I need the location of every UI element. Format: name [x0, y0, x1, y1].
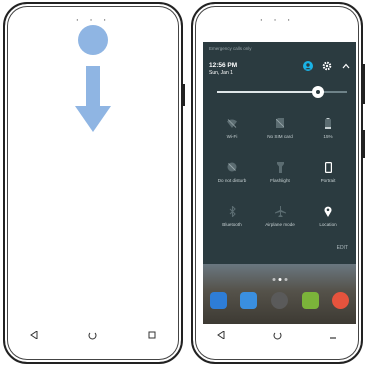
app-drawer-icon[interactable]: [270, 292, 288, 309]
emergency-calls-notice: Emergency calls only: [209, 46, 252, 51]
swipe-start-touch-indicator: [78, 25, 108, 55]
page-indicator: [272, 278, 287, 281]
home-icon[interactable]: [271, 329, 283, 341]
edit-tiles-button[interactable]: EDIT: [337, 245, 348, 251]
tile-wifi[interactable]: Wi-Fi: [211, 116, 253, 144]
battery-icon: [307, 116, 349, 130]
location-icon: [307, 204, 349, 218]
airplane-icon: [259, 204, 301, 218]
tile-flashlight[interactable]: Flashlight: [259, 160, 301, 188]
bluetooth-icon: [211, 204, 253, 218]
tile-airplane-mode[interactable]: Airplane mode: [259, 204, 301, 232]
no-sim-icon: [259, 116, 301, 130]
power-button: [362, 130, 365, 158]
tile-label: Do not disturb: [217, 178, 247, 183]
back-icon[interactable]: [215, 329, 227, 341]
brightness-slider-fill: [217, 91, 319, 93]
home-icon[interactable]: [87, 329, 99, 341]
collapse-chevron-icon[interactable]: [341, 61, 351, 71]
tile-label: Airplane mode: [265, 222, 295, 227]
tile-label: 15%: [323, 134, 333, 139]
phone-app-icon[interactable]: [209, 292, 227, 309]
brightness-thumb-icon[interactable]: [312, 86, 325, 98]
tile-do-not-disturb[interactable]: Do not disturb: [211, 160, 253, 188]
wifi-icon: [211, 116, 253, 130]
flashlight-icon: [259, 160, 301, 174]
navigation-bar: [193, 326, 361, 344]
tile-bluetooth[interactable]: Bluetooth: [211, 204, 253, 232]
volume-button: [182, 84, 185, 106]
tile-portrait[interactable]: Portrait: [307, 160, 349, 188]
recent-apps-icon[interactable]: [327, 329, 339, 341]
back-icon[interactable]: [28, 329, 40, 341]
contacts-app-icon[interactable]: [240, 292, 258, 309]
tile-label: No SIM card: [267, 134, 293, 139]
tile-label: Bluetooth: [222, 222, 242, 227]
tile-label: Flashlight: [270, 178, 290, 183]
app-dock: [203, 292, 356, 309]
tile-label: Portrait: [320, 178, 336, 183]
brightness-slider[interactable]: [217, 86, 347, 98]
clock-time: 12:56 PM: [209, 62, 238, 69]
speaker-grille: · · ·: [259, 16, 295, 26]
phone-left: · · ·: [3, 2, 185, 364]
clock-date: Sun, Jan 1: [209, 70, 233, 76]
phone-right: · · · Emergency calls only 12:56 PM Sun,…: [191, 2, 365, 364]
messages-app-icon[interactable]: [301, 292, 319, 309]
tile-label: Location: [319, 222, 337, 227]
tile-label: Wi-Fi: [226, 134, 238, 139]
browser-app-icon[interactable]: [332, 292, 350, 309]
do-not-disturb-icon: [211, 160, 253, 174]
recent-apps-icon[interactable]: [146, 329, 158, 341]
settings-gear-icon[interactable]: [322, 61, 332, 71]
navigation-bar: [5, 326, 181, 344]
quick-settings-panel: Emergency calls only 12:56 PM Sun, Jan 1…: [203, 42, 356, 324]
tile-battery[interactable]: 15%: [307, 116, 349, 144]
user-account-icon[interactable]: [303, 61, 313, 71]
tile-location[interactable]: Location: [307, 204, 349, 232]
volume-button: [362, 64, 365, 104]
tile-no-sim[interactable]: No SIM card: [259, 116, 301, 144]
portrait-icon: [307, 160, 349, 174]
swipe-down-arrow-icon: [75, 66, 111, 136]
